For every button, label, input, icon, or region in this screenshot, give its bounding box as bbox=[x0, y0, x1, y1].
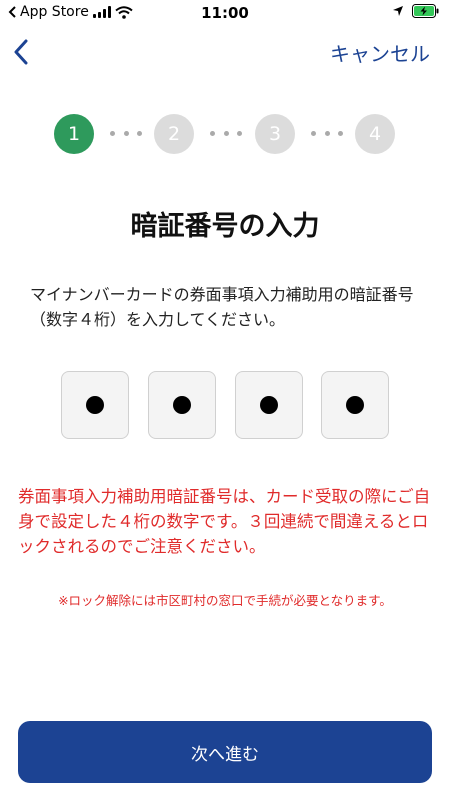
pin-digit-3[interactable] bbox=[235, 371, 303, 439]
pin-digit-2[interactable] bbox=[148, 371, 216, 439]
warning-text: 券面事項入力補助用暗証番号は、カード受取の際にご自身で設定した４桁の数字です。３… bbox=[18, 487, 431, 556]
lock-note: ※ロック解除には市区町村の窓口で手続が必要となります。 bbox=[58, 593, 392, 608]
step-connector-2 bbox=[210, 131, 242, 136]
location-arrow-icon bbox=[393, 6, 403, 16]
status-right bbox=[392, 4, 440, 18]
step-connector-3 bbox=[311, 131, 343, 136]
pin-digit-4[interactable] bbox=[321, 371, 389, 439]
pin-dot-icon bbox=[260, 396, 278, 414]
battery-charging-icon bbox=[412, 4, 439, 18]
instruction-text: マイナンバーカードの券面事項入力補助用の暗証番号（数字４桁）を入力してください。 bbox=[30, 285, 414, 329]
pin-input[interactable] bbox=[61, 371, 391, 439]
pin-dot-icon bbox=[173, 396, 191, 414]
pin-dot-icon bbox=[86, 396, 104, 414]
cancel-button[interactable]: キャンセル bbox=[330, 38, 430, 67]
step-1: 1 bbox=[54, 114, 94, 154]
status-bar: App Store 11:00 bbox=[0, 0, 450, 26]
step-4: 4 bbox=[355, 114, 395, 154]
step-2: 2 bbox=[154, 114, 194, 154]
step-indicator: 1 2 3 4 bbox=[0, 114, 450, 154]
pin-dot-icon bbox=[346, 396, 364, 414]
nav-bar: キャンセル bbox=[0, 30, 450, 74]
chevron-left-icon bbox=[14, 39, 28, 65]
step-3: 3 bbox=[255, 114, 295, 154]
pin-digit-1[interactable] bbox=[61, 371, 129, 439]
back-button[interactable] bbox=[6, 34, 36, 70]
status-time: 11:00 bbox=[201, 4, 249, 22]
next-button[interactable]: 次へ進む bbox=[18, 721, 432, 783]
page-title: 暗証番号の入力 bbox=[130, 211, 320, 242]
step-connector-1 bbox=[110, 131, 142, 136]
